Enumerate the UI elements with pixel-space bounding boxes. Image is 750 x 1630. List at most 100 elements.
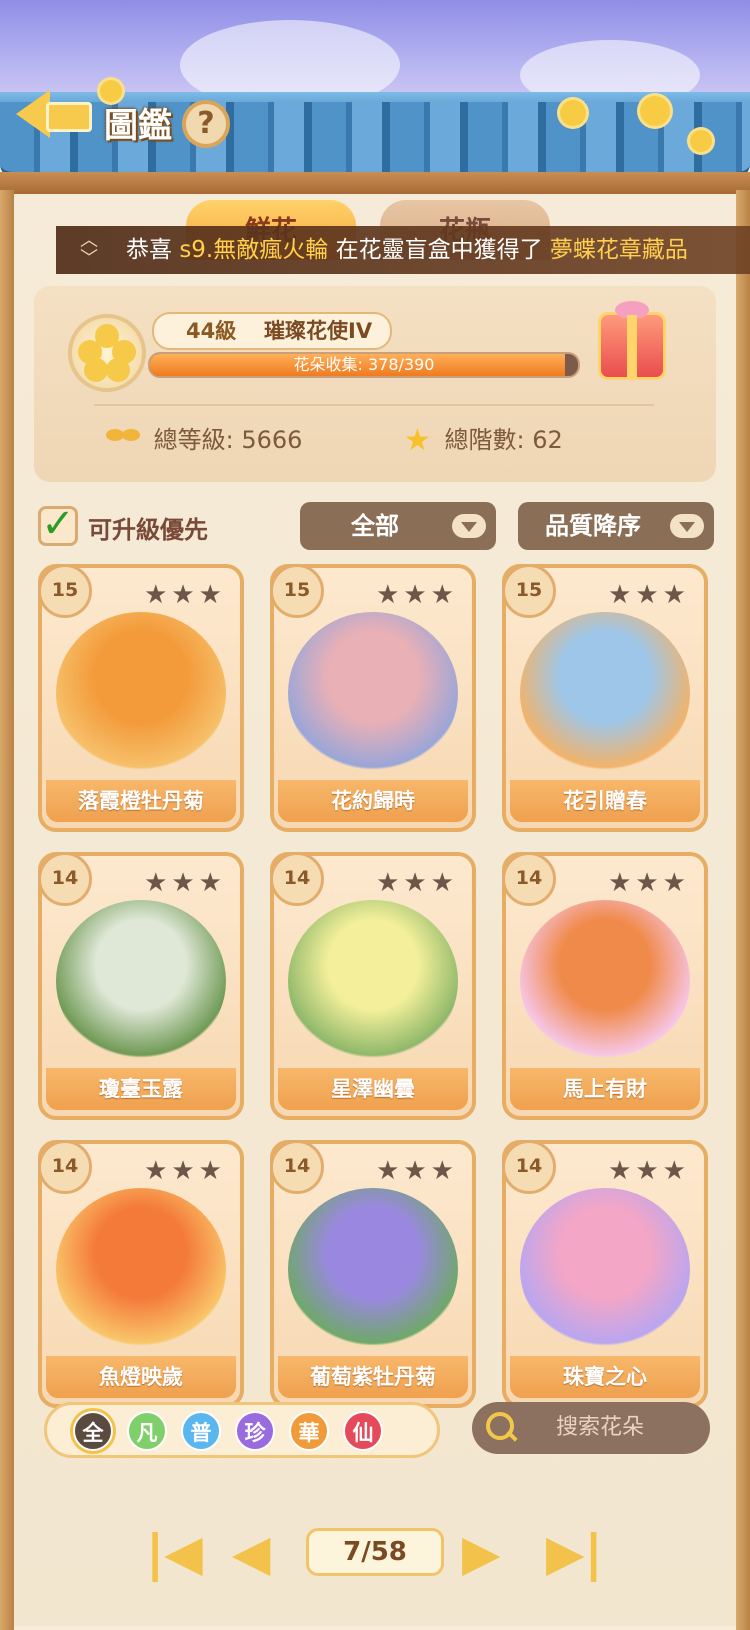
sort-value: 品質降序 xyxy=(545,512,641,540)
ticker-prefix: 恭喜 xyxy=(126,237,172,263)
ticker-item: 夢蝶花章藏品 xyxy=(549,237,688,263)
gift-box-button[interactable] xyxy=(598,301,666,380)
back-arrow-tail xyxy=(46,102,92,132)
flower-card[interactable]: 14 ★★★ 葡萄紫牡丹菊 xyxy=(270,1140,476,1408)
help-button[interactable]: ? xyxy=(182,100,230,148)
card-level-badge: 14 xyxy=(38,1140,92,1194)
card-stars: ★★★ xyxy=(144,580,226,610)
rarity-filter-all[interactable]: 全 xyxy=(73,1411,113,1451)
total-level-text: 總等級: 5666 xyxy=(153,426,303,454)
rarity-filter-common[interactable]: 凡 xyxy=(127,1411,167,1451)
card-stars: ★★★ xyxy=(376,1156,458,1186)
flower-card[interactable]: 14 ★★★ 魚燈映歲 xyxy=(38,1140,244,1408)
flower-card[interactable]: 15 ★★★ 花約歸時 xyxy=(270,564,476,832)
card-stars: ★★★ xyxy=(376,580,458,610)
flower-image xyxy=(288,1188,458,1350)
flower-image xyxy=(56,1188,226,1350)
rarity-filter-splendid[interactable]: 華 xyxy=(289,1411,329,1451)
card-name: 瓊臺玉露 xyxy=(46,1068,236,1110)
card-name: 花引贈春 xyxy=(510,780,700,822)
category-dropdown[interactable]: 全部 xyxy=(300,502,496,550)
card-level-badge: 15 xyxy=(502,564,556,618)
announcement-ticker: ︿ ﹀ 恭喜 s9.無敵瘋火輪 在花靈盲盒中獲得了 夢蝶花章藏品 xyxy=(56,226,750,274)
sort-dropdown[interactable]: 品質降序 xyxy=(518,502,714,550)
card-stars: ★★★ xyxy=(144,868,226,898)
card-name: 星澤幽曇 xyxy=(278,1068,468,1110)
ticker-message: 恭喜 s9.無敵瘋火輪 在花靈盲盒中獲得了 夢蝶花章藏品 xyxy=(126,226,688,274)
last-page-button[interactable]: ▶| xyxy=(546,1528,603,1578)
card-level-badge: 14 xyxy=(502,1140,556,1194)
card-name: 馬上有財 xyxy=(510,1068,700,1110)
search-placeholder: 搜索花朵 xyxy=(556,1415,645,1440)
progress-text: 花朵收集: 378/390 xyxy=(293,355,435,374)
flower-card[interactable]: 14 ★★★ 珠寶之心 xyxy=(502,1140,708,1408)
flower-image xyxy=(520,1188,690,1350)
upgradable-first-checkbox[interactable]: ✓ xyxy=(38,504,78,546)
rank-badge: 44級 璀璨花使IV xyxy=(152,312,392,350)
first-page-button[interactable]: |◀ xyxy=(146,1528,203,1578)
search-icon xyxy=(486,1412,514,1440)
player-rank: 璀璨花使IV xyxy=(264,319,373,343)
card-level-badge: 14 xyxy=(502,852,556,906)
collection-progress-bar: 花朵收集: 378/390 xyxy=(148,352,580,378)
flower-image xyxy=(288,612,458,774)
blossom-icon xyxy=(690,130,712,152)
flower-image xyxy=(520,900,690,1062)
flower-card[interactable]: 14 ★★★ 星澤幽曇 xyxy=(270,852,476,1120)
total-stars-stat: ★ 總階數: 62 xyxy=(404,424,563,457)
chevron-down-icon xyxy=(452,514,486,538)
card-level-badge: 15 xyxy=(270,564,324,618)
scroll-arrows-icon: ︿ ﹀ xyxy=(80,230,98,269)
rank-emblem-icon xyxy=(68,314,146,392)
frame-beam-left xyxy=(0,190,14,1630)
gift-ribbon xyxy=(627,315,637,377)
flower-card[interactable]: 15 ★★★ 花引贈春 xyxy=(502,564,708,832)
flower-image xyxy=(520,612,690,774)
rarity-filter-bar: 全 凡 普 珍 華 仙 xyxy=(44,1402,440,1458)
card-name: 珠寶之心 xyxy=(510,1356,700,1398)
flower-card[interactable]: 15 ★★★ 落霞橙牡丹菊 xyxy=(38,564,244,832)
rarity-filter-normal[interactable]: 普 xyxy=(181,1411,221,1451)
ticker-player: s9.無敵瘋火輪 xyxy=(179,237,329,263)
chevron-down-icon xyxy=(670,514,704,538)
card-stars: ★★★ xyxy=(376,868,458,898)
card-name: 葡萄紫牡丹菊 xyxy=(278,1356,468,1398)
card-name: 落霞橙牡丹菊 xyxy=(46,780,236,822)
card-stars: ★★★ xyxy=(144,1156,226,1186)
total-stars-text: 總階數: 62 xyxy=(444,426,563,454)
flower-image xyxy=(288,900,458,1062)
rarity-filter-immortal[interactable]: 仙 xyxy=(343,1411,383,1451)
rarity-filter-rare[interactable]: 珍 xyxy=(235,1411,275,1451)
card-level-badge: 14 xyxy=(38,852,92,906)
back-button[interactable] xyxy=(16,84,92,140)
flower-card[interactable]: 14 ★★★ 瓊臺玉露 xyxy=(38,852,244,1120)
card-name: 魚燈映歲 xyxy=(46,1356,236,1398)
card-level-badge: 15 xyxy=(38,564,92,618)
page-title: 圖鑑 xyxy=(104,106,172,146)
card-level-badge: 14 xyxy=(270,852,324,906)
player-level: 44級 xyxy=(186,319,237,343)
blossom-icon xyxy=(640,96,670,126)
ticker-middle: 在花靈盲盒中獲得了 xyxy=(335,237,543,263)
divider xyxy=(94,404,654,406)
frame-beam-right xyxy=(736,190,750,1630)
blossom-icon xyxy=(560,100,586,126)
back-arrow-icon xyxy=(16,90,50,138)
roof-eave xyxy=(0,172,750,194)
total-level-stat: 總等級: 5666 xyxy=(106,424,302,456)
profile-panel: 44級 璀璨花使IV 花朵收集: 378/390 總等級: 5666 ★ 總階數… xyxy=(34,286,716,482)
card-stars: ★★★ xyxy=(608,868,690,898)
next-page-button[interactable]: ▶ xyxy=(462,1528,500,1578)
card-stars: ★★★ xyxy=(608,580,690,610)
flower-image xyxy=(56,900,226,1062)
card-level-badge: 14 xyxy=(270,1140,324,1194)
star-icon: ★ xyxy=(404,423,431,458)
sprout-icon xyxy=(106,427,140,455)
upgradable-first-label: 可升級優先 xyxy=(88,516,208,544)
flower-image xyxy=(56,612,226,774)
prev-page-button[interactable]: ◀ xyxy=(232,1528,270,1578)
page-indicator: 7/58 xyxy=(306,1528,444,1576)
search-input[interactable]: 搜索花朵 xyxy=(472,1402,710,1454)
flower-card[interactable]: 14 ★★★ 馬上有財 xyxy=(502,852,708,1120)
card-name: 花約歸時 xyxy=(278,780,468,822)
